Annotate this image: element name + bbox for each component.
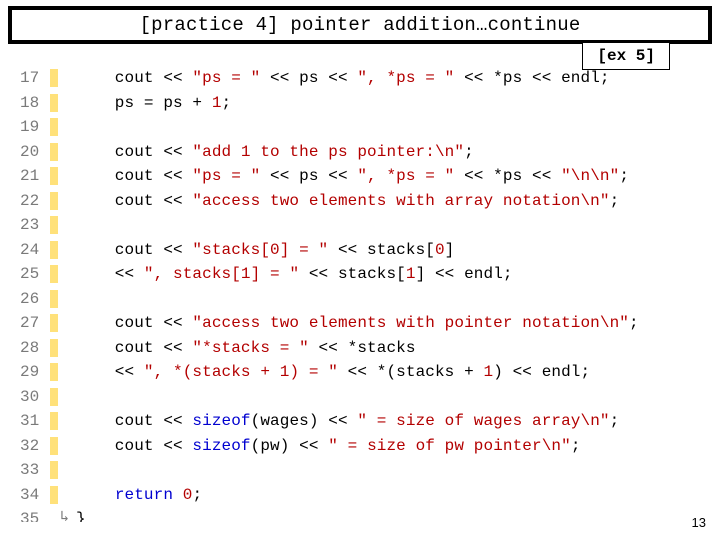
line-number: 22 bbox=[20, 192, 50, 210]
coverage-marker-icon bbox=[50, 363, 58, 381]
line-number: 20 bbox=[20, 143, 50, 161]
code-line: 26 bbox=[20, 287, 700, 312]
fold-indicator-icon: ↳ bbox=[60, 507, 69, 525]
coverage-marker-icon bbox=[50, 69, 58, 87]
code-line: 24 cout << "stacks[0] = " << stacks[0] bbox=[20, 238, 700, 263]
code-text: cout << "access two elements with array … bbox=[76, 192, 619, 210]
code-text: cout << "access two elements with pointe… bbox=[76, 314, 639, 332]
code-line: 20 cout << "add 1 to the ps pointer:\n"; bbox=[20, 140, 700, 165]
code-line: 31 cout << sizeof(wages) << " = size of … bbox=[20, 409, 700, 434]
line-number: 19 bbox=[20, 118, 50, 136]
code-line: 35} bbox=[20, 507, 700, 522]
code-text: cout << sizeof(wages) << " = size of wag… bbox=[76, 412, 619, 430]
code-line: 30 bbox=[20, 385, 700, 410]
coverage-marker-icon bbox=[50, 290, 58, 308]
coverage-marker-icon bbox=[50, 118, 58, 136]
line-number: 30 bbox=[20, 388, 50, 406]
code-text: cout << "ps = " << ps << ", *ps = " << *… bbox=[76, 167, 629, 185]
code-line: 27 cout << "access two elements with poi… bbox=[20, 311, 700, 336]
code-listing: 17 cout << "ps = " << ps << ", *ps = " <… bbox=[20, 66, 700, 522]
coverage-marker-icon bbox=[50, 486, 58, 504]
line-number: 32 bbox=[20, 437, 50, 455]
coverage-marker-icon bbox=[50, 143, 58, 161]
coverage-marker-icon bbox=[50, 192, 58, 210]
line-number: 29 bbox=[20, 363, 50, 381]
line-number: 17 bbox=[20, 69, 50, 87]
slide-title: [practice 4] pointer addition…continue bbox=[12, 10, 708, 40]
code-line: 32 cout << sizeof(pw) << " = size of pw … bbox=[20, 434, 700, 459]
page-number: 13 bbox=[692, 515, 706, 530]
line-number: 26 bbox=[20, 290, 50, 308]
code-line: 33 bbox=[20, 458, 700, 483]
line-number: 18 bbox=[20, 94, 50, 112]
code-line: 18 ps = ps + 1; bbox=[20, 91, 700, 116]
coverage-marker-icon bbox=[50, 94, 58, 112]
code-text: << ", *(stacks + 1) = " << *(stacks + 1)… bbox=[76, 363, 590, 381]
line-number: 25 bbox=[20, 265, 50, 283]
line-number: 23 bbox=[20, 216, 50, 234]
code-text: cout << "ps = " << ps << ", *ps = " << *… bbox=[76, 69, 610, 87]
coverage-marker-icon bbox=[50, 314, 58, 332]
code-text: cout << "*stacks = " << *stacks bbox=[76, 339, 416, 357]
coverage-marker-icon bbox=[50, 241, 58, 259]
line-number: 33 bbox=[20, 461, 50, 479]
code-line: 28 cout << "*stacks = " << *stacks bbox=[20, 336, 700, 361]
title-bar: [practice 4] pointer addition…continue bbox=[8, 6, 712, 44]
code-text: return 0; bbox=[76, 486, 202, 504]
coverage-marker-icon bbox=[50, 339, 58, 357]
code-line: 22 cout << "access two elements with arr… bbox=[20, 189, 700, 214]
code-line: 29 << ", *(stacks + 1) = " << *(stacks +… bbox=[20, 360, 700, 385]
line-number: 24 bbox=[20, 241, 50, 259]
code-text: cout << sizeof(pw) << " = size of pw poi… bbox=[76, 437, 581, 455]
code-text: cout << "stacks[0] = " << stacks[0] bbox=[76, 241, 454, 259]
code-line: 23 bbox=[20, 213, 700, 238]
coverage-marker-icon bbox=[50, 461, 58, 479]
coverage-marker-icon bbox=[50, 437, 58, 455]
coverage-marker-icon bbox=[50, 265, 58, 283]
line-number: 34 bbox=[20, 486, 50, 504]
coverage-marker-icon bbox=[50, 167, 58, 185]
coverage-marker-icon bbox=[50, 510, 58, 522]
line-number: 21 bbox=[20, 167, 50, 185]
coverage-marker-icon bbox=[50, 388, 58, 406]
example-label: [ex 5] bbox=[582, 42, 670, 70]
line-number: 28 bbox=[20, 339, 50, 357]
code-line: 25 << ", stacks[1] = " << stacks[1] << e… bbox=[20, 262, 700, 287]
code-text: << ", stacks[1] = " << stacks[1] << endl… bbox=[76, 265, 513, 283]
code-text: } bbox=[76, 510, 86, 522]
line-number: 31 bbox=[20, 412, 50, 430]
coverage-marker-icon bbox=[50, 216, 58, 234]
code-line: 34 return 0; bbox=[20, 483, 700, 508]
line-number: 35 bbox=[20, 510, 50, 522]
code-text: ps = ps + 1; bbox=[76, 94, 231, 112]
line-number: 27 bbox=[20, 314, 50, 332]
code-line: 19 bbox=[20, 115, 700, 140]
code-line: 21 cout << "ps = " << ps << ", *ps = " <… bbox=[20, 164, 700, 189]
coverage-marker-icon bbox=[50, 412, 58, 430]
code-text: cout << "add 1 to the ps pointer:\n"; bbox=[76, 143, 474, 161]
